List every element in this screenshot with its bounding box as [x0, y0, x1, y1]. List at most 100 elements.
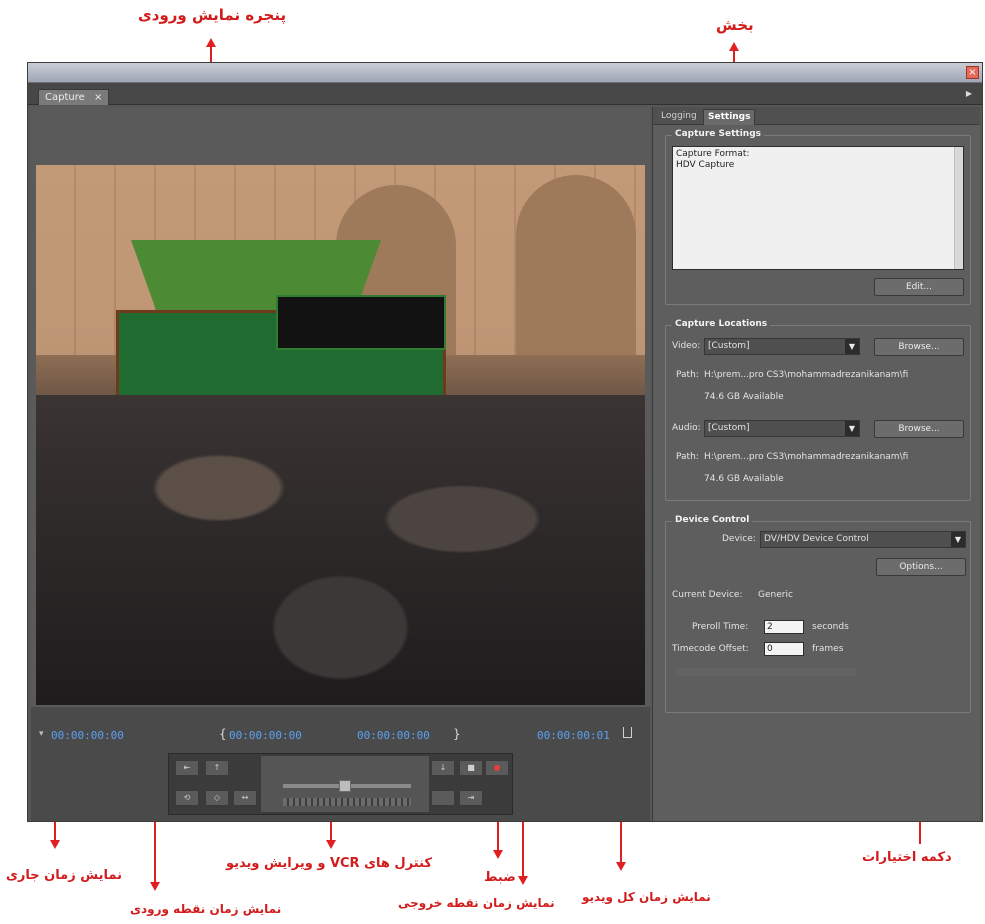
capture-settings-title: Capture Settings: [672, 129, 764, 139]
format-list-scrollbar[interactable]: [954, 147, 963, 269]
settings-subtabs: Logging Settings: [653, 107, 980, 125]
capture-locations-group: Capture Locations Video: [Custom] ▼ Brow…: [665, 319, 971, 501]
stop-button[interactable]: ■: [459, 760, 483, 776]
record-button[interactable]: ●: [485, 760, 509, 776]
annotation-arrow-vcr: [330, 820, 332, 840]
tab-settings[interactable]: Settings: [703, 109, 756, 125]
jog-shuttle-area: [261, 756, 429, 812]
annotation-record: ضبط: [484, 870, 516, 885]
in-point-time-display[interactable]: 00:00:00:00: [229, 729, 302, 742]
capture-settings-group: Capture Settings Capture Format: HDV Cap…: [665, 129, 971, 305]
annotation-options-button: دکمه اختیارات: [862, 850, 952, 865]
capture-locations-title: Capture Locations: [672, 319, 771, 329]
annotation-arrowhead-preview: [206, 38, 216, 47]
shuttle-left-button[interactable]: ↔: [233, 790, 257, 806]
marker-button[interactable]: ◇: [205, 790, 229, 806]
window-titlebar: ×: [28, 63, 982, 83]
out-point-time-display[interactable]: 00:00:00:00: [357, 729, 430, 742]
tab-capture[interactable]: Capture ×: [38, 89, 110, 105]
duration-display: 00:00:00:01: [537, 729, 610, 742]
device-control-group: Device Control Device: DV/HDV Device Con…: [665, 515, 971, 713]
current-device-value: Generic: [758, 590, 793, 600]
device-dropdown[interactable]: DV/HDV Device Control ▼: [760, 531, 966, 548]
audio-location-value: [Custom]: [708, 423, 750, 433]
photo-shrine-banner: [276, 295, 446, 350]
video-location-value: [Custom]: [708, 341, 750, 351]
audio-path-value: H:\prem...pro CS3\mohammadrezanikanam\fi: [704, 452, 909, 462]
shuttle-handle[interactable]: [339, 780, 351, 792]
audio-location-label: Audio:: [672, 423, 701, 433]
in-point-bracket-icon: {: [219, 727, 227, 741]
audio-browse-button[interactable]: Browse...: [874, 420, 964, 438]
annotation-section: بخش: [716, 16, 754, 34]
vcr-transport-controls: ⇤ ↑ ◀◀ ◀| ▶ |▶ ▶▶ ↓ ■ ● ⟲ ◇ ↔ ⇥: [168, 753, 513, 815]
annotation-arrowhead-current: [50, 840, 60, 849]
panel-tabstrip: Capture × ▶: [28, 83, 982, 105]
abort-on-dropped-frames-row: [676, 668, 856, 676]
timecode-offset-input[interactable]: 0: [764, 642, 804, 656]
annotation-preview-window: پنجره نمایش ورودی: [138, 6, 287, 24]
preroll-input[interactable]: 2: [764, 620, 804, 634]
set-out-button[interactable]: ↓: [431, 760, 455, 776]
out-point-bracket-icon: }: [453, 727, 461, 741]
capture-control-bar: ▾ 00:00:00:00 { 00:00:00:00 00:00:00:00 …: [31, 707, 650, 821]
chevron-down-icon: ▼: [951, 532, 965, 547]
capture-window: × Capture × ▶ ▾ 00:00:00:00 { 00:00:00:0…: [27, 62, 983, 822]
audio-space-available: 74.6 GB Available: [704, 474, 784, 484]
chevron-down-icon: ▼: [845, 421, 859, 436]
preroll-unit: seconds: [812, 622, 849, 632]
panel-menu-icon[interactable]: ▶: [962, 88, 976, 100]
capture-format-value: HDV Capture: [676, 160, 735, 170]
photo-arch: [516, 175, 636, 355]
shuttle-slider[interactable]: [283, 780, 411, 792]
device-label: Device:: [722, 534, 756, 544]
video-location-label: Video:: [672, 341, 701, 351]
loop-button[interactable]: ⟲: [175, 790, 199, 806]
device-value: DV/HDV Device Control: [764, 534, 869, 544]
tab-capture-label: Capture: [45, 92, 85, 103]
preview-area: [31, 107, 650, 707]
video-browse-button[interactable]: Browse...: [874, 338, 964, 356]
timecode-offset-unit: frames: [812, 644, 844, 654]
audio-location-dropdown[interactable]: [Custom] ▼: [704, 420, 860, 437]
annotation-in-point-time: نمایش زمان نقطه ورودی: [130, 902, 282, 916]
timecode-offset-label: Timecode Offset:: [672, 644, 749, 654]
audio-path-label: Path:: [676, 452, 699, 462]
video-path-label: Path:: [676, 370, 699, 380]
video-location-dropdown[interactable]: [Custom] ▼: [704, 338, 860, 355]
video-path-value: H:\prem...pro CS3\mohammadrezanikanam\fi: [704, 370, 909, 380]
capture-format-list: Capture Format: HDV Capture: [672, 146, 964, 270]
settings-panel: Logging Settings Capture Settings Captur…: [652, 107, 980, 821]
annotation-arrowhead-duration: [616, 862, 626, 871]
duration-bracket-icon: [623, 727, 632, 738]
tab-close-icon[interactable]: ×: [94, 92, 102, 103]
video-space-available: 74.6 GB Available: [704, 392, 784, 402]
annotation-out-point-time: نمایش زمان نقطه خروجی: [398, 896, 555, 910]
photo-crowd: [36, 395, 645, 705]
tab-logging[interactable]: Logging: [657, 109, 701, 125]
annotation-arrowhead-vcr: [326, 840, 336, 849]
options-button[interactable]: Options...: [876, 558, 966, 576]
current-time-marker-icon: ▾: [39, 729, 44, 739]
scene-detect-button[interactable]: [431, 790, 455, 806]
annotation-arrowhead-out: [518, 876, 528, 885]
edit-button[interactable]: Edit...: [874, 278, 964, 296]
current-device-label: Current Device:: [672, 590, 743, 600]
current-time-display[interactable]: 00:00:00:00: [51, 729, 124, 742]
goto-out-button[interactable]: ⇥: [459, 790, 483, 806]
capture-format-label: Capture Format:: [676, 149, 750, 159]
annotation-arrowhead-section: [729, 42, 739, 51]
annotation-total-duration: نمایش زمان کل ویدیو: [582, 890, 711, 904]
chevron-down-icon: ▼: [845, 339, 859, 354]
capture-preview-image: [36, 165, 645, 705]
device-control-title: Device Control: [672, 515, 753, 525]
jog-wheel[interactable]: [283, 798, 411, 806]
goto-in-button[interactable]: ⇤: [175, 760, 199, 776]
close-icon[interactable]: ×: [966, 66, 979, 79]
annotation-arrowhead-record: [493, 850, 503, 859]
annotation-arrowhead-in: [150, 882, 160, 891]
preroll-label: Preroll Time:: [692, 622, 749, 632]
annotation-vcr-controls: کنترل های VCR و ویرایش ویدیو: [226, 856, 432, 871]
set-in-button[interactable]: ↑: [205, 760, 229, 776]
annotation-current-time: نمایش زمان جاری: [6, 868, 122, 883]
